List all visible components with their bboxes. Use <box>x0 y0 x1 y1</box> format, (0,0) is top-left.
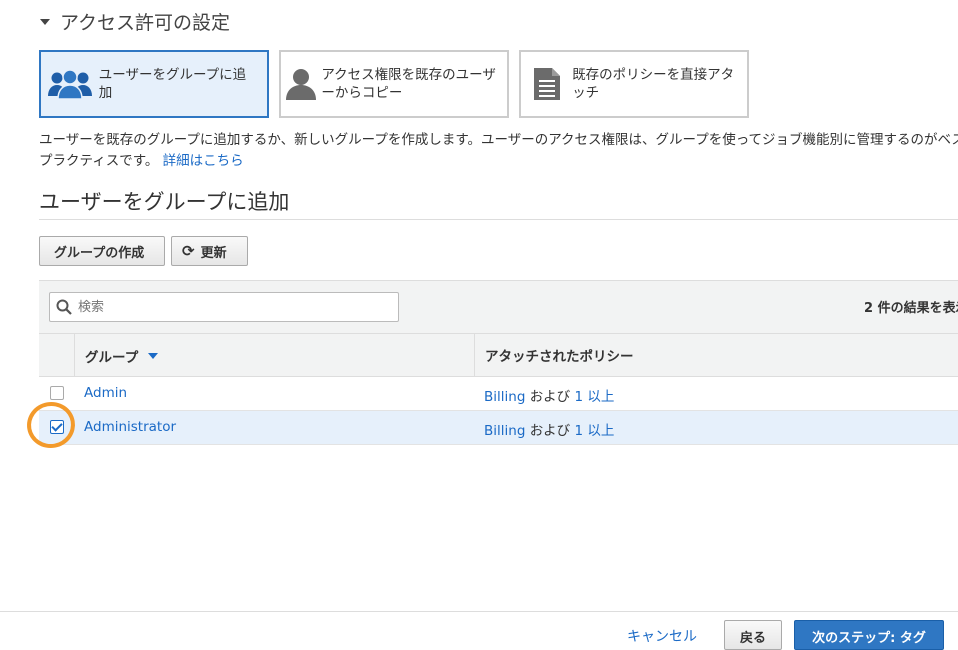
sort-desc-icon[interactable] <box>148 353 159 359</box>
refresh-icon: ⟳ <box>182 242 195 260</box>
policy-link[interactable]: Billing <box>484 423 525 439</box>
description: ユーザーを既存のグループに追加するか、新しいグループを作成します。ユーザーのアク… <box>39 130 958 172</box>
option-card-label: ユーザーをグループに追加 <box>98 67 247 101</box>
search-icon <box>56 299 72 315</box>
row-checkbox[interactable] <box>50 386 64 400</box>
policy-more-link[interactable]: 1 以上 <box>574 423 614 439</box>
learn-more-link[interactable]: 詳細はこちら <box>163 153 244 169</box>
create-group-label: グループの作成 <box>54 245 145 261</box>
group-name-link[interactable]: Admin <box>84 385 127 401</box>
refresh-label: 更新 <box>200 245 227 261</box>
result-count: 2 件の結果を表示中 <box>864 301 958 316</box>
next-step-button[interactable]: 次のステップ: タグ <box>794 620 944 650</box>
search-box[interactable] <box>49 292 399 322</box>
attached-policies: Billing および 1 以上 <box>484 385 614 405</box>
groups-table: 2 件の結果を表示中 グループ アタッチされたポリシー Admin Billin… <box>39 280 958 445</box>
section-header[interactable]: アクセス許可の設定 <box>40 8 230 35</box>
option-card-add-to-group[interactable]: ユーザーをグループに追加 <box>39 50 269 118</box>
column-header-policy: アタッチされたポリシー <box>474 334 634 376</box>
group-name-link[interactable]: Administrator <box>84 419 176 435</box>
divider <box>39 219 958 220</box>
header-checkbox-column <box>39 334 75 376</box>
footer-divider <box>0 611 958 612</box>
users-group-icon <box>41 68 99 100</box>
subsection-title: ユーザーをグループに追加 <box>39 190 290 214</box>
option-card-label: 既存のポリシーを直接アタッチ <box>572 67 735 101</box>
refresh-button[interactable]: ⟳ 更新 <box>171 236 248 266</box>
column-header-group-label: グループ <box>85 350 139 366</box>
policy-and-text: および <box>529 423 571 439</box>
back-button[interactable]: 戻る <box>724 620 782 650</box>
attached-policies: Billing および 1 以上 <box>484 419 614 439</box>
table-row[interactable]: Admin Billing および 1 以上 <box>39 377 958 411</box>
policy-more-link[interactable]: 1 以上 <box>574 389 614 405</box>
column-header-group[interactable]: グループ <box>85 346 159 366</box>
column-header-policy-label: アタッチされたポリシー <box>485 349 634 365</box>
collapse-caret-icon[interactable] <box>40 18 50 25</box>
section-title: アクセス許可の設定 <box>60 12 231 34</box>
document-icon <box>521 67 572 101</box>
option-card-copy-permissions[interactable]: アクセス権限を既存のユーザーからコピー <box>279 50 509 118</box>
option-card-label: アクセス権限を既存のユーザーからコピー <box>321 67 496 101</box>
user-icon <box>281 67 321 101</box>
option-card-attach-policy[interactable]: 既存のポリシーを直接アタッチ <box>519 50 749 118</box>
policy-link[interactable]: Billing <box>484 389 525 405</box>
cancel-link[interactable]: キャンセル <box>627 626 697 646</box>
policy-and-text: および <box>529 389 571 405</box>
table-toolbar: 2 件の結果を表示中 <box>39 280 958 334</box>
table-row[interactable]: Administrator Billing および 1 以上 <box>39 411 958 445</box>
table-header: グループ アタッチされたポリシー <box>39 334 958 377</box>
search-input[interactable] <box>76 298 390 316</box>
create-group-button[interactable]: グループの作成 <box>39 236 165 266</box>
